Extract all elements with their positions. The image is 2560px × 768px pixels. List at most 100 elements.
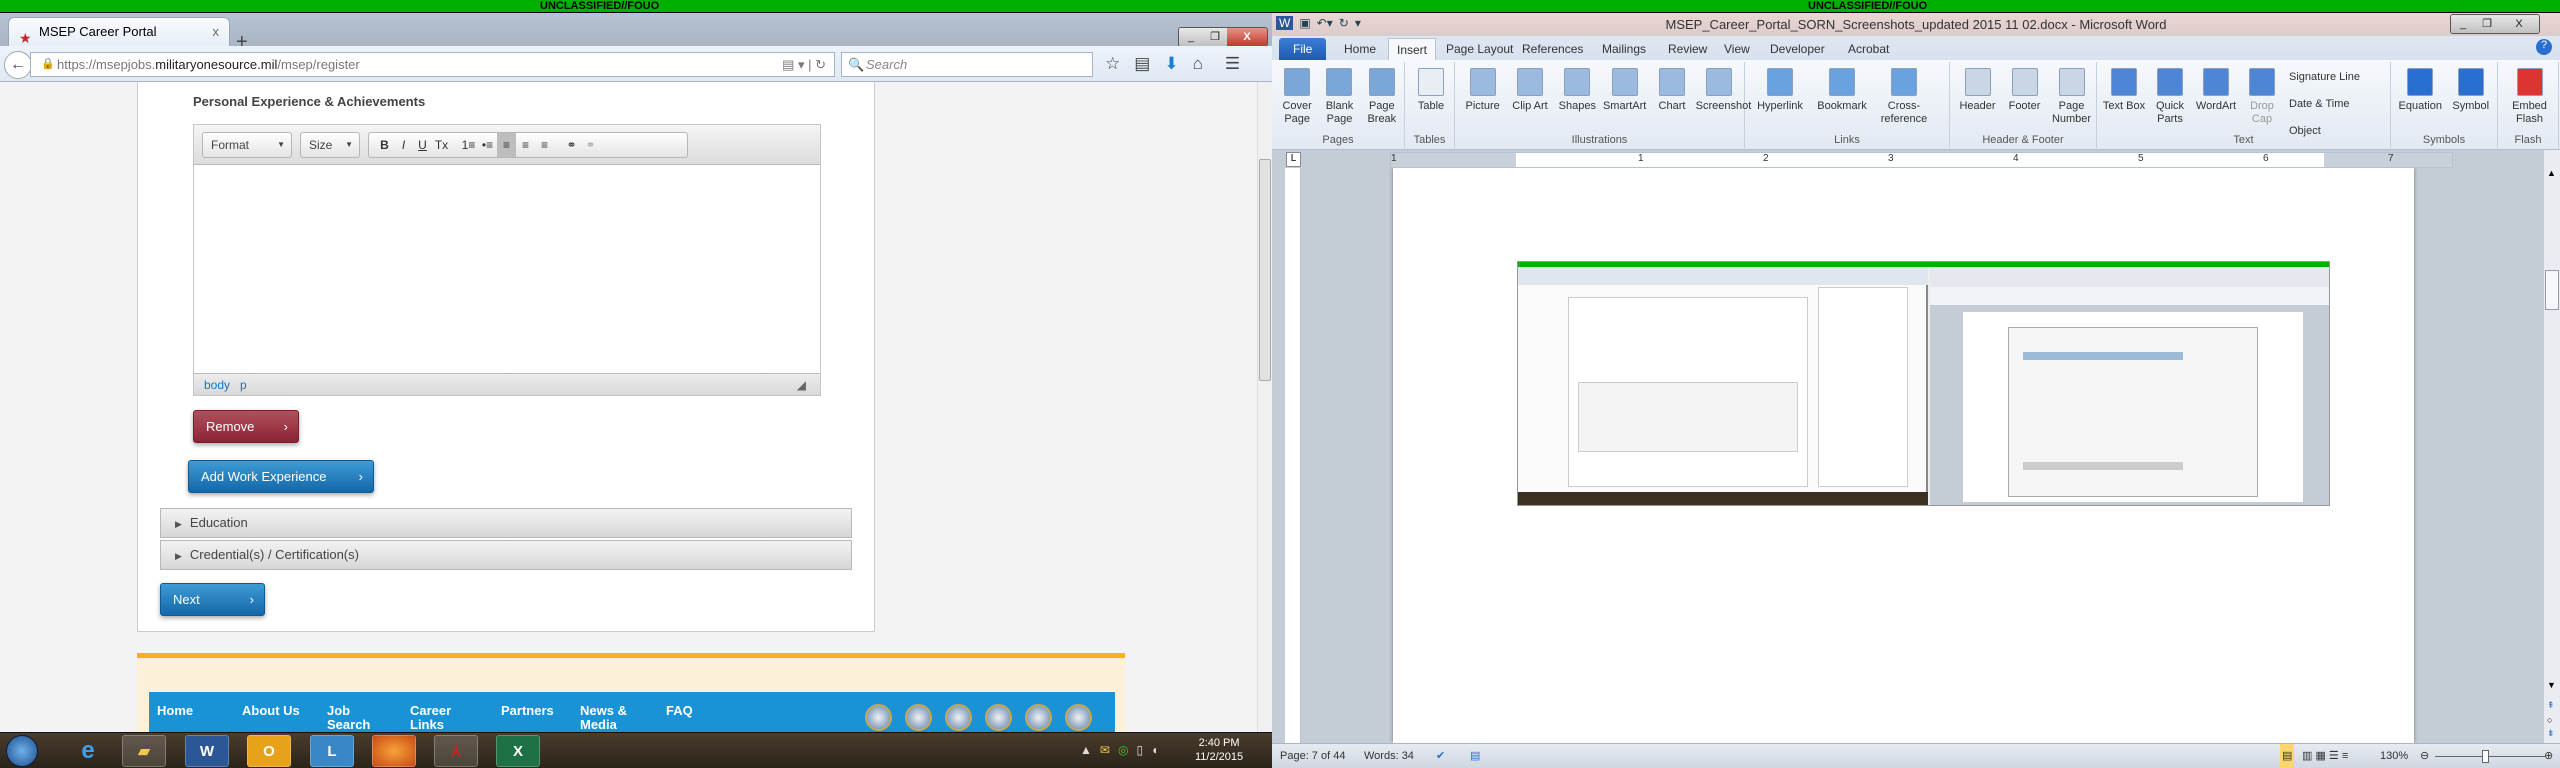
remove-format-button[interactable]: Tx xyxy=(432,133,451,157)
next-page-icon[interactable]: ⇟ xyxy=(2547,728,2555,739)
page-break-button[interactable]: Page Break xyxy=(1361,68,1403,126)
sync-icon[interactable]: ◎ xyxy=(1118,743,1128,757)
zoom-slider[interactable] xyxy=(2435,756,2545,757)
text-box-button[interactable]: Text Box xyxy=(2101,68,2147,113)
next-button[interactable]: Next › xyxy=(160,583,265,616)
taskbar-acrobat-icon[interactable]: ⅄ xyxy=(434,735,478,767)
scrollbar-thumb[interactable] xyxy=(2545,270,2559,310)
show-hidden-icon[interactable]: ▲ xyxy=(1080,743,1092,757)
unlink-button[interactable]: ⚭ xyxy=(581,133,600,157)
drop-cap-button[interactable]: Drop Cap xyxy=(2239,68,2285,126)
proofing-icon[interactable]: ✔ xyxy=(1436,744,1445,768)
footer-link-faq[interactable]: FAQ xyxy=(666,704,726,718)
taskbar-outlook-icon[interactable]: O xyxy=(247,735,291,767)
bold-button[interactable]: B xyxy=(375,133,394,157)
tab-file[interactable]: File xyxy=(1279,38,1327,60)
symbol-button[interactable]: Symbol xyxy=(2446,68,2497,113)
embedded-screenshot-image[interactable] xyxy=(1517,261,2330,506)
tab-acrobat[interactable]: Acrobat xyxy=(1840,38,1897,60)
menu-icon[interactable]: ☰ xyxy=(1225,54,1240,74)
close-window-button[interactable]: X xyxy=(2499,15,2539,33)
volume-icon[interactable]: ◖ xyxy=(1151,743,1158,757)
start-button[interactable] xyxy=(6,735,38,767)
accordion-credentials[interactable]: ▶ Credential(s) / Certification(s) xyxy=(160,540,852,570)
align-left-button[interactable]: ≡ xyxy=(497,133,516,157)
network-icon[interactable]: ▯ xyxy=(1136,743,1143,757)
shapes-button[interactable]: Shapes xyxy=(1554,68,1601,113)
path-p[interactable]: p xyxy=(240,378,247,392)
underline-button[interactable]: U xyxy=(413,133,432,157)
mail-icon[interactable]: ✉ xyxy=(1100,743,1110,757)
tab-mailings[interactable]: Mailings xyxy=(1594,38,1654,60)
tab-page-layout[interactable]: Page Layout xyxy=(1438,38,1521,60)
previous-page-icon[interactable]: ⇞ xyxy=(2547,700,2555,711)
word-app-icon[interactable]: W xyxy=(1276,16,1294,30)
scrollbar-thumb[interactable] xyxy=(1259,159,1271,381)
close-tab-icon[interactable]: x xyxy=(213,18,220,46)
taskbar-ie-icon[interactable]: e xyxy=(66,735,110,767)
tab-home[interactable]: Home xyxy=(1336,38,1384,60)
bookmark-button[interactable]: Bookmark xyxy=(1811,68,1873,113)
back-button[interactable]: ← xyxy=(4,51,32,79)
quick-parts-button[interactable]: Quick Parts xyxy=(2147,68,2193,126)
taskbar-excel-icon[interactable]: X xyxy=(496,735,540,767)
editor-text-area[interactable] xyxy=(194,165,820,373)
taskbar-word-icon[interactable]: W xyxy=(185,735,229,767)
search-input[interactable]: 🔍 Search xyxy=(841,52,1093,77)
restore-button[interactable]: ❐ xyxy=(2475,15,2499,33)
clock[interactable]: 2:40 PM 11/2/2015 xyxy=(1195,736,1243,764)
footer-link-partners[interactable]: Partners xyxy=(501,704,561,718)
taskbar-lync-icon[interactable]: L xyxy=(310,735,354,767)
word-count[interactable]: Words: 34 xyxy=(1364,744,1414,768)
url-bar[interactable]: 🔒 https://msepjobs.militaryonesource.mil… xyxy=(30,52,835,77)
embed-flash-button[interactable]: Embed Flash xyxy=(2502,68,2557,126)
bookmark-star-icon[interactable]: ☆ xyxy=(1105,54,1120,74)
screenshot-button[interactable]: Screenshot xyxy=(1696,68,1751,113)
full-screen-reading-icon[interactable]: ▥ ▦ ☰ ≡ xyxy=(2302,744,2348,768)
browser-tab[interactable]: ★ MSEP Career Portal x xyxy=(8,17,230,46)
picture-button[interactable]: Picture xyxy=(1459,68,1506,113)
size-dropdown[interactable]: Size ▼ xyxy=(300,132,360,158)
minimize-button[interactable]: _ xyxy=(1179,28,1203,46)
smartart-button[interactable]: SmartArt xyxy=(1601,68,1648,113)
redo-icon[interactable]: ↻ xyxy=(1339,16,1349,30)
accordion-education[interactable]: ▶ Education xyxy=(160,508,852,538)
tab-developer[interactable]: Developer xyxy=(1762,38,1833,60)
undo-icon[interactable]: ↶▾ xyxy=(1317,16,1333,30)
footer-button[interactable]: Footer xyxy=(2001,68,2048,113)
macro-icon[interactable]: ▤ xyxy=(1470,744,1480,768)
bulleted-list-button[interactable]: •≡ xyxy=(478,133,497,157)
align-right-button[interactable]: ≡ xyxy=(535,133,554,157)
path-body[interactable]: body xyxy=(204,378,230,392)
help-icon[interactable]: ? xyxy=(2536,39,2552,55)
footer-link-career-links[interactable]: Career Links xyxy=(410,704,460,732)
table-button[interactable]: Table xyxy=(1409,68,1453,113)
footer-link-about[interactable]: About Us xyxy=(242,704,302,718)
close-window-button[interactable]: X xyxy=(1227,28,1267,46)
italic-button[interactable]: I xyxy=(394,133,413,157)
home-icon[interactable]: ⌂ xyxy=(1193,54,1203,74)
tab-review[interactable]: Review xyxy=(1660,38,1715,60)
taskbar-explorer-icon[interactable]: ▰ xyxy=(122,735,166,767)
tab-insert[interactable]: Insert xyxy=(1388,38,1437,60)
tab-view[interactable]: View xyxy=(1716,38,1758,60)
tab-selector-button[interactable]: L xyxy=(1286,152,1301,167)
align-center-button[interactable]: ≡ xyxy=(516,133,535,157)
blank-page-button[interactable]: Blank Page xyxy=(1318,68,1360,126)
footer-link-job-search[interactable]: Job Search xyxy=(327,704,372,732)
zoom-in-icon[interactable]: ⊕ xyxy=(2544,744,2553,768)
add-work-experience-button[interactable]: Add Work Experience › xyxy=(188,460,374,493)
resize-handle-icon[interactable]: ◢ xyxy=(797,374,806,396)
select-browse-object-icon[interactable]: ○ xyxy=(2547,715,2552,725)
taskbar-firefox-icon[interactable] xyxy=(372,735,416,767)
minimize-button[interactable]: _ xyxy=(2451,15,2475,33)
cross-reference-button[interactable]: Cross-reference xyxy=(1873,68,1935,126)
print-layout-icon[interactable]: ▤ xyxy=(2280,744,2295,768)
page-number-button[interactable]: Page Number xyxy=(2048,68,2095,126)
footer-link-news-media[interactable]: News & Media xyxy=(580,704,635,732)
date-time-button[interactable]: Date & Time xyxy=(2289,97,2350,111)
zoom-slider-thumb[interactable] xyxy=(2482,750,2489,763)
scroll-up-icon[interactable]: ▲ xyxy=(2547,168,2556,178)
cover-page-button[interactable]: Cover Page xyxy=(1276,68,1318,126)
browser-scrollbar[interactable] xyxy=(1257,82,1272,732)
